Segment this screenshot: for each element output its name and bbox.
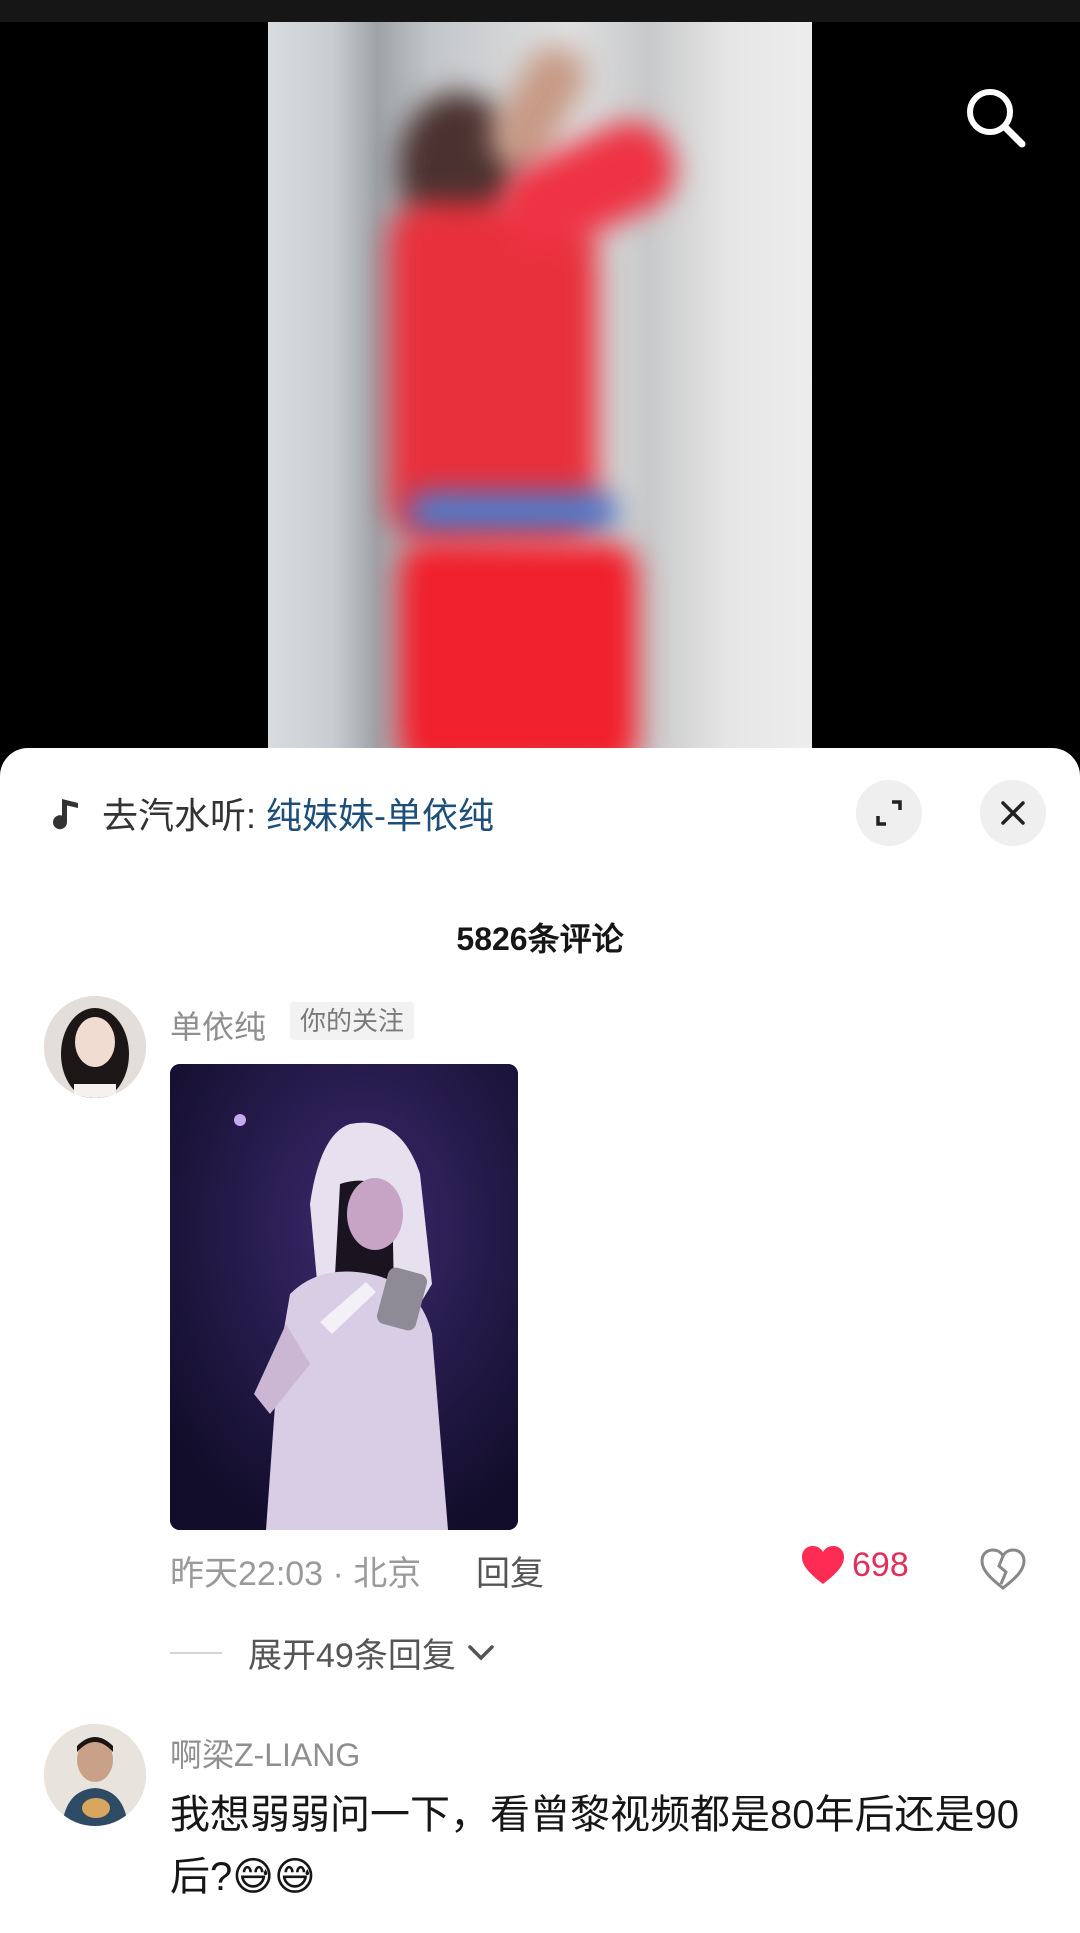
close-button[interactable] [980,780,1046,846]
like-count: 698 [852,1545,909,1584]
video-figure-legs [398,542,638,750]
avatar-image [44,1724,146,1826]
video-player[interactable] [0,22,1080,750]
video-figure-torso [388,202,598,542]
expand-replies[interactable]: 展开49条回复 [170,1628,498,1677]
avatar[interactable] [44,996,146,1098]
heart-icon [802,1546,844,1584]
comments-panel: 去汽水听: 纯妹妹-单依纯 5826条评论 单依纯 你的关注 昨天22:03 ·… [0,748,1080,1933]
collapse-arrow-icon [876,800,902,826]
search-icon [967,89,1026,148]
video-figure-trim [408,492,618,532]
comment-image[interactable] [170,1064,518,1530]
expand-replies-label: 展开49条回复 [248,1637,456,1675]
comment-time-location: 昨天22:03 · 北京 [170,1555,422,1593]
status-bar [0,0,1080,22]
broken-heart-icon [980,1548,1026,1590]
music-link-row[interactable]: 去汽水听: 纯妹妹-单依纯 [48,788,494,838]
comment-text: 我想弱弱问一下，看曾黎视频都是80年后还是90后?😅😅 [170,1793,1019,1899]
video-frame [268,22,812,750]
like-button[interactable]: 698 [800,1544,909,1586]
comment-count-title: 5826条评论 [456,921,624,957]
search-button[interactable] [960,82,1030,152]
avatar-image [44,996,146,1098]
music-prefix: 去汽水听: [102,795,257,836]
comment-username[interactable]: 单依纯 [170,1002,266,1048]
avatar[interactable] [44,1724,146,1826]
expand-button[interactable] [856,780,922,846]
reply-button[interactable]: 回复 [476,1546,544,1595]
chevron-down-icon [468,1644,494,1660]
following-tag: 你的关注 [290,1002,415,1040]
comment-username[interactable]: 啊梁Z-LIANG [170,1730,360,1776]
comment-photo [170,1064,518,1530]
close-icon [1001,801,1025,825]
music-note-icon [53,799,78,830]
expand-divider [170,1651,222,1654]
music-title-link[interactable]: 纯妹妹-单依纯 [266,787,494,839]
dislike-button[interactable] [980,1548,1026,1595]
